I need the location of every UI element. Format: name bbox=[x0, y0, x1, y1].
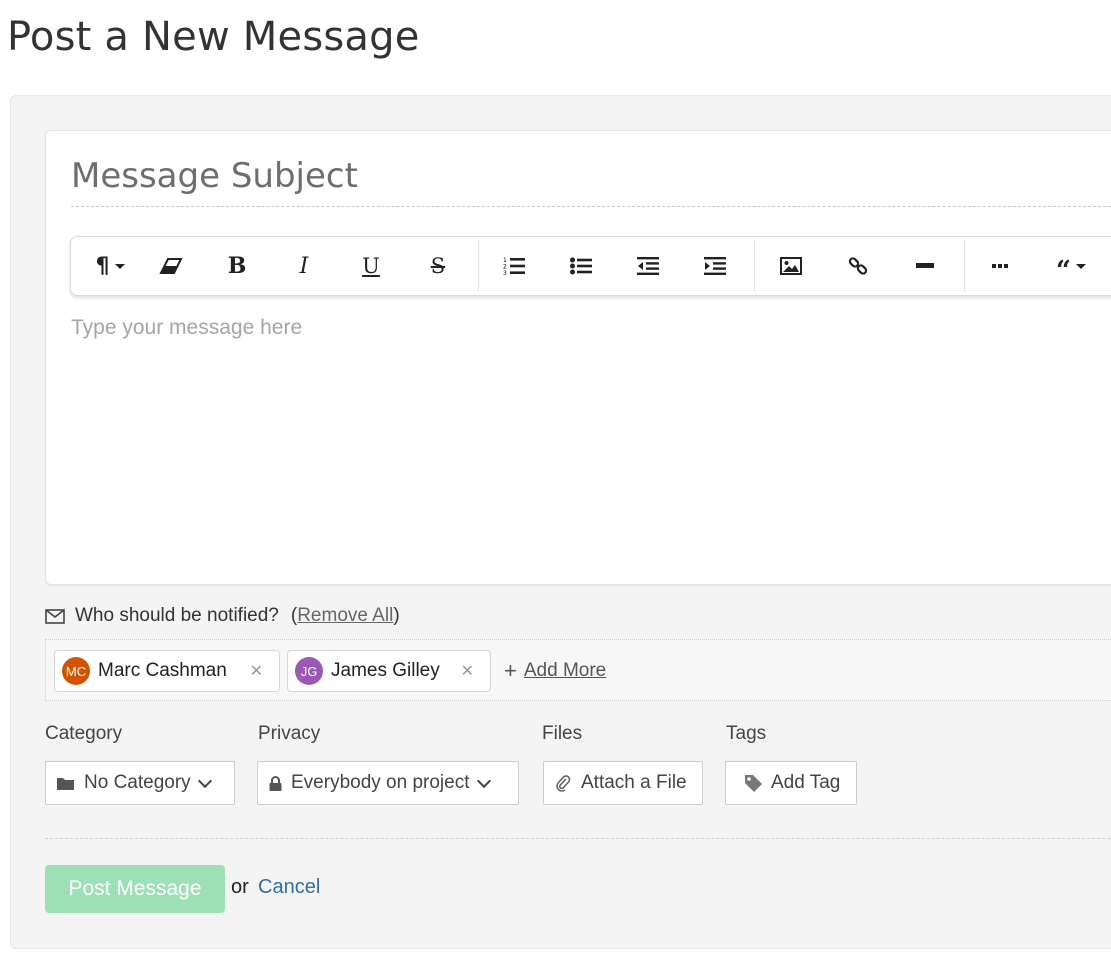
notify-label: Who should be notified? bbox=[75, 605, 279, 626]
recipient-chip: MC Marc Cashman ✕ bbox=[54, 650, 280, 692]
envelope-icon bbox=[45, 608, 65, 624]
attach-file-button[interactable]: Attach a File bbox=[543, 761, 703, 805]
add-more-button[interactable]: + Add More bbox=[504, 658, 606, 684]
lock-icon bbox=[269, 775, 282, 791]
avatar: JG bbox=[295, 657, 323, 685]
toolbar-separator bbox=[964, 240, 965, 292]
paragraph-format-icon[interactable]: ¶ bbox=[85, 237, 135, 295]
plus-icon: + bbox=[504, 658, 517, 683]
strikethrough-icon[interactable]: S bbox=[418, 237, 458, 295]
insert-image-icon[interactable] bbox=[771, 237, 811, 295]
toolbar-separator bbox=[754, 240, 755, 292]
horizontal-rule-icon[interactable] bbox=[905, 237, 945, 295]
insert-link-icon[interactable] bbox=[838, 237, 878, 295]
clear-formatting-icon[interactable] bbox=[151, 237, 191, 295]
underline-icon[interactable]: U bbox=[351, 237, 391, 295]
category-value: No Category bbox=[84, 772, 191, 793]
recipient-chip: JG James Gilley ✕ bbox=[287, 650, 491, 692]
add-tag-label: Add Tag bbox=[771, 772, 841, 793]
avatar: MC bbox=[62, 657, 90, 685]
outdent-icon[interactable] bbox=[628, 237, 668, 295]
category-label: Category bbox=[45, 723, 123, 744]
cancel-link[interactable]: Cancel bbox=[258, 876, 320, 899]
remove-all-link[interactable]: Remove All bbox=[297, 605, 393, 627]
remove-recipient-icon[interactable]: ✕ bbox=[461, 661, 474, 681]
chevron-down-icon bbox=[197, 773, 212, 788]
svg-text:3: 3 bbox=[503, 270, 507, 276]
ordered-list-icon[interactable]: 123 bbox=[494, 237, 534, 295]
add-tag-button[interactable]: Add Tag bbox=[725, 761, 857, 805]
tag-icon bbox=[744, 774, 763, 793]
quote-icon[interactable]: “ bbox=[1043, 237, 1099, 295]
indent-icon[interactable] bbox=[695, 237, 735, 295]
formatting-toolbar: ¶ B I U S 123 “ bbox=[70, 236, 1111, 296]
toolbar-separator bbox=[478, 240, 479, 292]
attach-file-label: Attach a File bbox=[581, 772, 687, 793]
privacy-value: Everybody on project bbox=[291, 772, 470, 793]
remove-recipient-icon[interactable]: ✕ bbox=[250, 661, 263, 681]
privacy-select[interactable]: Everybody on project bbox=[257, 761, 519, 805]
privacy-label: Privacy bbox=[258, 723, 321, 744]
category-select[interactable]: No Category bbox=[45, 761, 235, 805]
close-paren: ) bbox=[393, 605, 400, 626]
recipient-name: Marc Cashman bbox=[98, 660, 227, 681]
editor-card: ¶ B I U S 123 bbox=[45, 130, 1111, 585]
chevron-down-icon bbox=[476, 773, 491, 788]
notify-row: Who should be notified? (Remove All) bbox=[45, 603, 400, 629]
files-label: Files bbox=[542, 723, 583, 744]
page-title: Post a New Message bbox=[7, 14, 420, 60]
message-subject-input[interactable] bbox=[71, 153, 1111, 207]
recipient-name: James Gilley bbox=[331, 660, 440, 681]
italic-icon[interactable]: I bbox=[284, 237, 324, 295]
unordered-list-icon[interactable] bbox=[561, 237, 601, 295]
post-message-button[interactable]: Post Message bbox=[45, 865, 225, 913]
message-body-editor[interactable]: Type your message here bbox=[71, 316, 1111, 566]
more-icon[interactable] bbox=[980, 237, 1020, 295]
recipients-box[interactable]: MC Marc Cashman ✕ JG James Gilley ✕ + Ad… bbox=[45, 639, 1111, 701]
paperclip-icon bbox=[555, 774, 571, 792]
tags-label: Tags bbox=[726, 723, 767, 744]
bold-icon[interactable]: B bbox=[217, 237, 257, 295]
or-text: or bbox=[231, 876, 249, 898]
folder-icon bbox=[57, 777, 74, 790]
divider bbox=[45, 838, 1111, 839]
